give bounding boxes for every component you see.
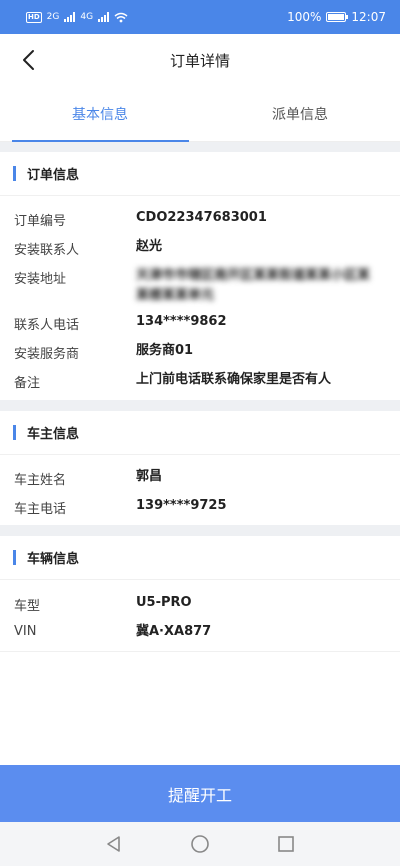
owner-name-value: 郭昌 [136, 469, 163, 484]
section-accent-bar [13, 425, 16, 440]
network-4g-label: 4G [80, 12, 94, 22]
tab-dispatch-info[interactable]: 派单信息 [200, 86, 400, 141]
vehicle-info-title: 车辆信息 [27, 552, 80, 567]
contact-phone-label: 联系人电话 [14, 318, 80, 333]
install-contact-label: 安装联系人 [14, 243, 80, 258]
circle-home-icon[interactable] [190, 834, 210, 854]
square-recent-icon[interactable] [276, 834, 296, 854]
page-title: 订单详情 [169, 51, 230, 70]
clock: 12:07 [351, 10, 386, 24]
section-divider [0, 400, 400, 411]
status-bar-left: HD 2G 4G [26, 11, 128, 23]
battery-icon [326, 12, 349, 22]
order-number-label: 订单编号 [14, 214, 67, 229]
signal-icon [64, 12, 76, 22]
order-info-section: 订单信息 订单编号 CDO22347683001 安装联系人 赵光 安装地址 天… [0, 152, 400, 400]
order-number-value: CDO22347683001 [136, 210, 267, 225]
owner-info-section: 车主信息 车主姓名 郭昌 车主电话 139****9725 [0, 411, 400, 525]
owner-phone-value: 139****9725 [136, 498, 227, 513]
remark-label: 备注 [14, 376, 41, 391]
signal-icon-2 [98, 12, 110, 22]
hd-badge: HD [26, 11, 42, 23]
wifi-icon [114, 12, 128, 22]
vehicle-model-value: U5-PRO [136, 595, 192, 610]
section-divider [0, 525, 400, 536]
owner-info-title: 车主信息 [27, 427, 80, 442]
battery-percent: 100% [287, 10, 322, 24]
remark-value: 上门前电话联系确保家里是否有人 [136, 372, 332, 387]
tab-bar: 基本信息 派单信息 [0, 86, 400, 142]
contact-phone-value: 134****9862 [136, 314, 227, 329]
status-bar-right: 100% 12:07 [287, 10, 386, 24]
owner-name-label: 车主姓名 [14, 473, 67, 488]
network-2g-label: 2G [46, 12, 60, 22]
section-accent-bar [13, 166, 16, 181]
remind-start-button[interactable]: 提醒开工 [0, 765, 400, 822]
nav-bar: 订单详情 [0, 34, 400, 86]
install-address-value: 天津市市辖区南开区某某街道某某小区某某楼某某单元 [136, 268, 371, 303]
status-bar: HD 2G 4G 100% 12:07 [0, 0, 400, 34]
owner-info-header: 车主信息 [0, 411, 400, 455]
owner-phone-label: 车主电话 [14, 502, 67, 517]
tab-basic-info[interactable]: 基本信息 [0, 86, 200, 142]
install-address-label: 安装地址 [14, 272, 67, 287]
vehicle-model-label: 车型 [14, 599, 41, 614]
vehicle-info-section: 车辆信息 车型 U5-PRO VIN 冀A·XA877 [0, 536, 400, 765]
section-accent-bar [13, 550, 16, 565]
service-provider-value: 服务商01 [136, 343, 194, 358]
row-divider [0, 651, 400, 652]
system-nav-bar [0, 822, 400, 866]
order-info-title: 订单信息 [27, 168, 80, 183]
vin-value: 冀A·XA877 [136, 624, 212, 639]
vin-label: VIN [14, 624, 37, 639]
chevron-left-icon[interactable] [18, 48, 42, 72]
order-info-header: 订单信息 [0, 152, 400, 196]
section-divider [0, 142, 400, 152]
vehicle-info-header: 车辆信息 [0, 536, 400, 580]
service-provider-label: 安装服务商 [14, 347, 80, 362]
install-contact-value: 赵光 [136, 239, 163, 254]
triangle-back-icon[interactable] [104, 834, 124, 854]
